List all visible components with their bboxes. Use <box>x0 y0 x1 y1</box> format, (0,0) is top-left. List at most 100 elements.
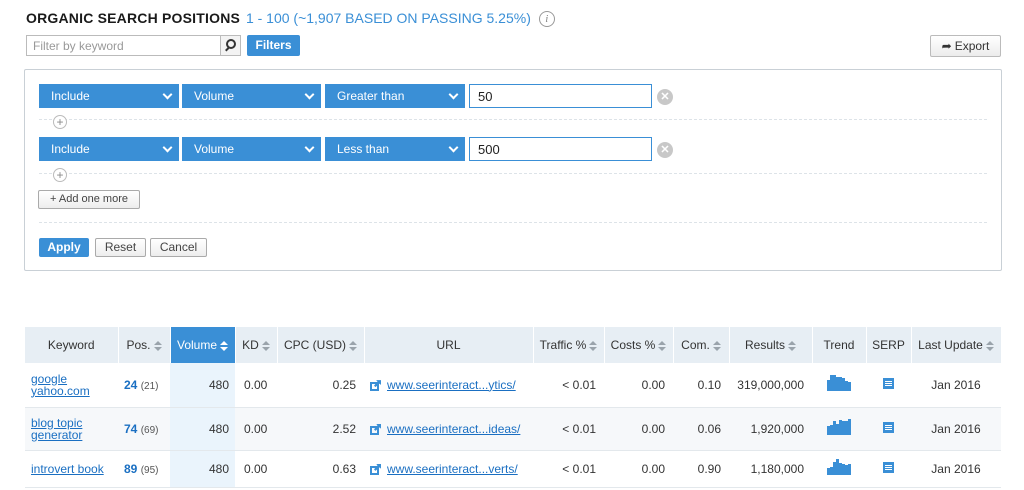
sort-icon <box>153 340 162 351</box>
col-header-cpc[interactable]: CPC (USD) <box>277 327 365 363</box>
serp-cell <box>866 363 911 408</box>
position-cell: 74 (69) <box>118 407 170 451</box>
sort-icon <box>589 340 598 351</box>
trend-bar <box>848 419 851 435</box>
info-icon[interactable]: i <box>538 11 555 27</box>
serp-cell <box>866 407 911 451</box>
add-condition-icon[interactable]: + <box>53 168 67 182</box>
table-header-row: Keyword Pos. Volume KD CPC (USD) URL Tra… <box>25 327 1002 363</box>
col-header-serp: SERP <box>866 327 912 363</box>
results-cell: 1,180,000 <box>729 450 812 488</box>
rule-2-mode-select[interactable]: Include <box>39 137 179 161</box>
table-row: google yahoo.com 24 (21) 480 0.00 0.25 ww… <box>25 363 1001 408</box>
costs-cell: 0.00 <box>604 407 673 451</box>
chevron-down-icon <box>448 89 459 100</box>
external-link-icon[interactable] <box>370 423 381 435</box>
trend-cell <box>812 363 866 408</box>
sort-icon <box>220 340 229 351</box>
apply-button[interactable]: Apply <box>39 238 89 257</box>
volume-cell: 480 <box>170 407 235 451</box>
col-header-volume[interactable]: Volume <box>170 327 236 363</box>
keyword-filter-input[interactable] <box>26 35 220 56</box>
keyword-cell[interactable]: blog topic generator <box>25 407 118 451</box>
export-button[interactable]: ➦ Export <box>930 35 1001 57</box>
page-header: ORGANIC SEARCH POSITIONS 1 - 100 (~1,907… <box>26 10 555 27</box>
trend-cell <box>812 450 866 488</box>
trend-cell <box>812 407 866 451</box>
serp-icon[interactable] <box>883 377 894 389</box>
col-header-kd[interactable]: KD <box>235 327 278 363</box>
competition-cell: 0.10 <box>673 363 729 408</box>
sort-icon <box>985 340 994 351</box>
sort-icon <box>788 340 796 351</box>
col-header-com[interactable]: Com. <box>673 327 730 363</box>
kd-cell: 0.00 <box>235 450 277 488</box>
results-cell: 319,000,000 <box>729 363 812 408</box>
results-cell: 1,920,000 <box>729 407 812 451</box>
rule-1-operator-select[interactable]: Greater than <box>325 84 465 108</box>
export-arrow-icon: ➦ <box>941 39 952 53</box>
col-header-trend: Trend <box>812 327 867 363</box>
page-title: ORGANIC SEARCH POSITIONS <box>26 10 241 26</box>
keyword-cell[interactable]: introvert book <box>25 450 118 488</box>
competition-cell: 0.90 <box>673 450 729 488</box>
col-header-results[interactable]: Results <box>729 327 813 363</box>
rule-1-mode-select[interactable]: Include <box>39 84 179 108</box>
chevron-down-icon <box>162 142 173 153</box>
chevron-down-icon <box>304 142 315 153</box>
rule-1-field-select[interactable]: Volume <box>182 84 321 108</box>
result-range: 1 - 100 (~1,907 BASED ON PASSING 5.25%) <box>245 10 531 26</box>
cancel-button[interactable]: Cancel <box>150 238 207 257</box>
col-header-costs[interactable]: Costs % <box>604 327 674 363</box>
table-row: blog topic generator 74 (69) 480 0.00 2.5… <box>25 407 1001 451</box>
trend-bar <box>848 382 851 392</box>
volume-cell: 480 <box>170 363 235 408</box>
volume-cell: 480 <box>170 450 235 488</box>
serp-icon[interactable] <box>883 461 894 473</box>
add-one-more-button[interactable]: + Add one more <box>38 190 140 209</box>
position-cell: 24 (21) <box>118 363 170 408</box>
last-update-cell: Jan 2016 <box>911 450 1001 488</box>
trend-sparkline <box>827 375 851 392</box>
traffic-cell: < 0.01 <box>533 450 604 488</box>
keyword-cell[interactable]: google yahoo.com <box>25 363 118 408</box>
rule-1-value-input[interactable] <box>469 84 652 108</box>
filters-button[interactable]: Filters <box>247 35 300 56</box>
chevron-down-icon <box>448 142 459 153</box>
costs-cell: 0.00 <box>604 450 673 488</box>
external-link-icon[interactable] <box>370 463 381 475</box>
trend-bar <box>848 464 851 475</box>
rule-2-operator-select[interactable]: Less than <box>325 137 465 161</box>
traffic-cell: < 0.01 <box>533 407 604 451</box>
serp-cell <box>866 450 911 488</box>
sort-icon <box>712 340 721 351</box>
add-condition-icon[interactable]: + <box>53 115 67 129</box>
external-link-icon[interactable] <box>370 380 381 392</box>
col-header-keyword[interactable]: Keyword <box>25 327 119 363</box>
position-cell: 89 (95) <box>118 450 170 488</box>
sort-icon <box>658 340 667 351</box>
trend-sparkline <box>827 419 851 435</box>
search-button[interactable] <box>220 35 241 56</box>
sort-icon <box>349 340 357 351</box>
rule-2-value-input[interactable] <box>469 137 652 161</box>
kd-cell: 0.00 <box>235 407 277 451</box>
cpc-cell: 0.25 <box>277 363 364 408</box>
reset-button[interactable]: Reset <box>95 238 146 257</box>
remove-rule-icon[interactable]: ✕ <box>657 89 673 105</box>
last-update-cell: Jan 2016 <box>911 407 1001 451</box>
costs-cell: 0.00 <box>604 363 673 408</box>
col-header-last-update[interactable]: Last Update <box>911 327 1002 363</box>
url-cell: www.seerinteract...ytics/ <box>364 363 533 408</box>
url-cell: www.seerinteract...ideas/ <box>364 407 533 451</box>
remove-rule-icon[interactable]: ✕ <box>657 142 673 158</box>
chevron-down-icon <box>162 89 173 100</box>
col-header-traffic[interactable]: Traffic % <box>533 327 605 363</box>
col-header-pos[interactable]: Pos. <box>118 327 171 363</box>
col-header-url[interactable]: URL <box>364 327 534 363</box>
serp-icon[interactable] <box>883 421 894 433</box>
sort-icon <box>261 340 270 351</box>
results-table: Keyword Pos. Volume KD CPC (USD) URL Tra… <box>25 327 1002 488</box>
kd-cell: 0.00 <box>235 363 277 408</box>
rule-2-field-select[interactable]: Volume <box>182 137 321 161</box>
